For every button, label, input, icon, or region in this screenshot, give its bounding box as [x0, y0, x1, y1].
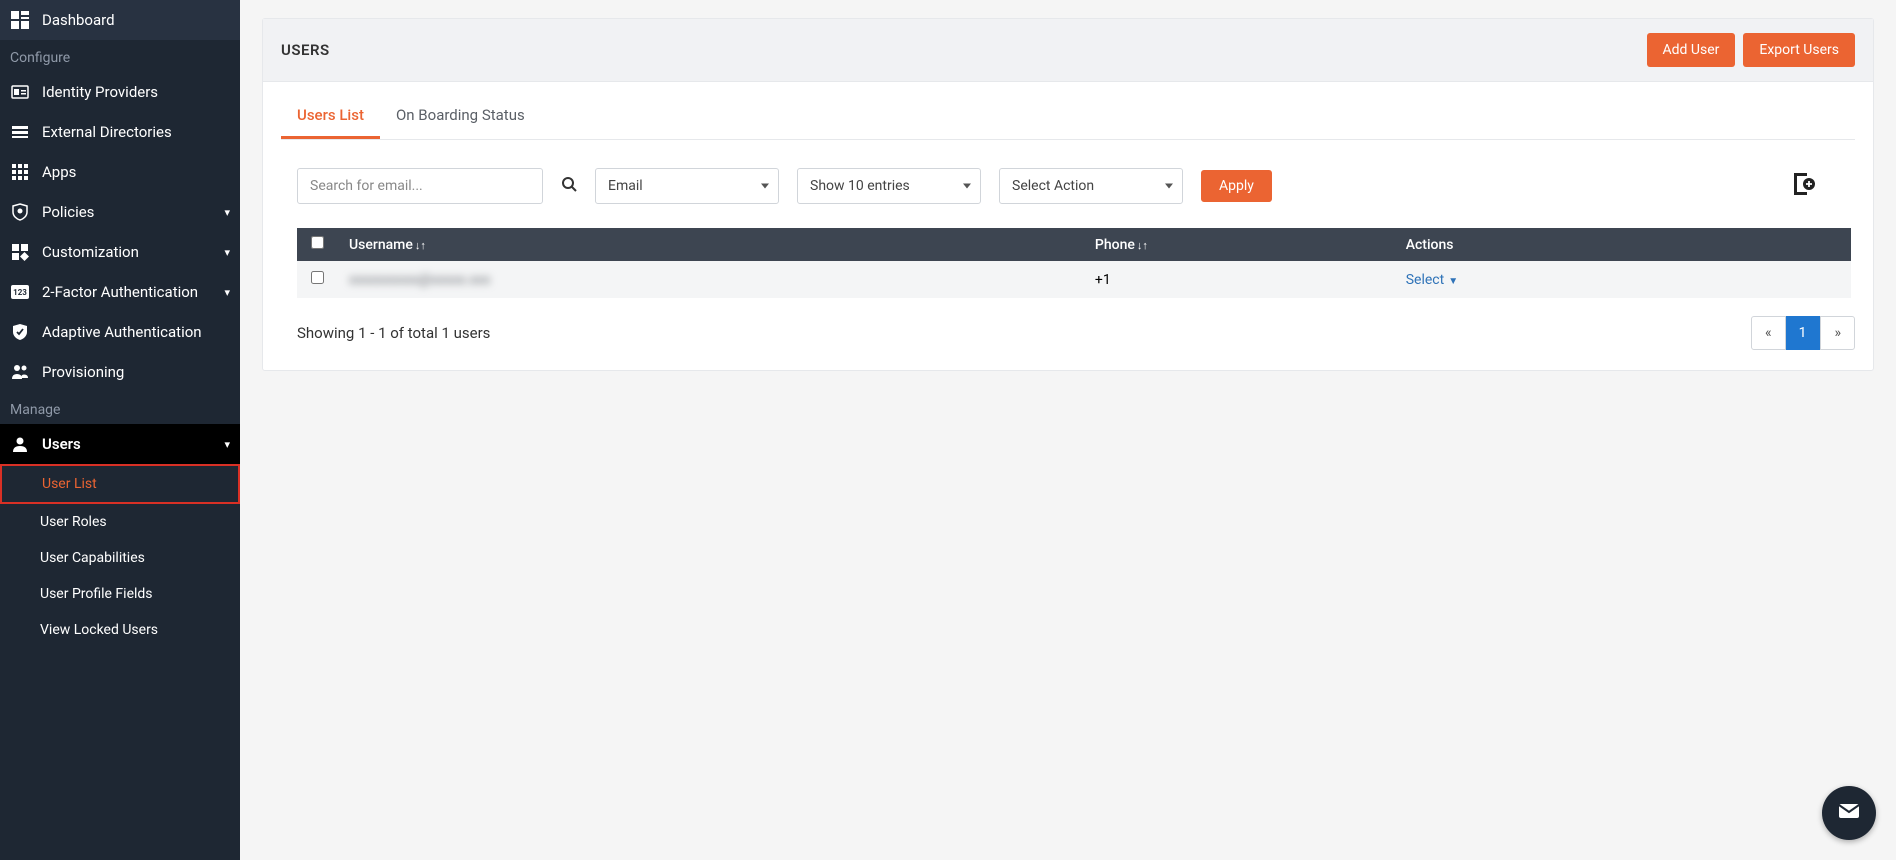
select-all-header [297, 228, 337, 261]
submenu-user-profile-fields[interactable]: User Profile Fields [0, 576, 240, 612]
apps-grid-icon [10, 162, 30, 182]
provisioning-icon [10, 362, 30, 382]
mail-icon [1836, 798, 1862, 828]
phone-cell: +1 [1095, 272, 1111, 288]
chevron-down-icon: ▾ [224, 286, 230, 299]
card-body: Users List On Boarding Status Email Show… [263, 96, 1873, 370]
sidebar-item-apps[interactable]: Apps [0, 152, 240, 192]
sidebar-item-users[interactable]: Users ▾ [0, 424, 240, 464]
tab-onboarding-status[interactable]: On Boarding Status [380, 96, 541, 139]
chevron-down-icon: ▾ [224, 206, 230, 219]
shield-icon [10, 202, 30, 222]
users-submenu: User List User Roles User Capabilities U… [0, 464, 240, 648]
chevron-down-icon: ▾ [224, 438, 230, 451]
submenu-user-roles[interactable]: User Roles [0, 504, 240, 540]
2fa-icon: 123 [10, 282, 30, 302]
sidebar-item-external-directories[interactable]: External Directories [0, 112, 240, 152]
sidebar-item-label: Apps [42, 163, 76, 181]
submenu-user-list[interactable]: User List [0, 464, 240, 504]
username-cell: xxxxxxxxxx@xxxxx.xxx [349, 272, 490, 288]
tab-users-list[interactable]: Users List [281, 96, 380, 139]
user-icon [10, 434, 30, 454]
result-count: Showing 1 - 1 of total 1 users [297, 324, 490, 342]
table-row: xxxxxxxxxx@xxxxx.xxx +1 Select▼ [297, 261, 1851, 298]
main-content: USERS Add User Export Users Users List O… [240, 0, 1896, 860]
svg-text:123: 123 [13, 288, 27, 297]
sidebar-item-label: Policies [42, 203, 94, 221]
column-username[interactable]: Username↓↑ [337, 228, 1083, 261]
search-button[interactable] [561, 176, 577, 196]
caret-down-icon: ▼ [1448, 276, 1458, 287]
page-prev[interactable]: « [1751, 316, 1786, 350]
row-checkbox[interactable] [311, 271, 324, 284]
shield-check-icon [10, 322, 30, 342]
sidebar-section-configure: Configure [0, 40, 240, 72]
card-header: USERS Add User Export Users [263, 19, 1873, 82]
id-card-icon [10, 82, 30, 102]
row-action-select[interactable]: Select▼ [1406, 272, 1458, 288]
sidebar-item-label: Adaptive Authentication [42, 323, 202, 341]
table-footer: Showing 1 - 1 of total 1 users « 1 » [297, 316, 1855, 350]
sidebar-item-label: External Directories [42, 123, 172, 141]
column-actions: Actions [1394, 228, 1851, 261]
submenu-view-locked-users[interactable]: View Locked Users [0, 612, 240, 648]
filter-row: Email Show 10 entries Select Action Appl… [297, 168, 1855, 204]
sidebar-item-provisioning[interactable]: Provisioning [0, 352, 240, 392]
add-column-button[interactable] [1789, 171, 1815, 201]
sidebar-item-label: 2-Factor Authentication [42, 283, 198, 301]
action-select[interactable]: Select Action [999, 168, 1183, 204]
apply-button[interactable]: Apply [1201, 170, 1272, 202]
sidebar-item-label: Identity Providers [42, 83, 158, 101]
sort-icon: ↓↑ [415, 239, 426, 252]
chat-button[interactable] [1822, 786, 1876, 840]
sort-icon: ↓↑ [1137, 239, 1148, 252]
column-phone[interactable]: Phone↓↑ [1083, 228, 1394, 261]
page-1[interactable]: 1 [1786, 316, 1821, 350]
page-next[interactable]: » [1820, 316, 1855, 350]
chevron-down-icon: ▾ [224, 246, 230, 259]
sidebar: Dashboard Configure Identity Providers E… [0, 0, 240, 860]
select-all-checkbox[interactable] [311, 236, 324, 249]
export-users-button[interactable]: Export Users [1743, 33, 1855, 67]
customize-icon [10, 242, 30, 262]
sidebar-item-adaptive-auth[interactable]: Adaptive Authentication [0, 312, 240, 352]
users-card: USERS Add User Export Users Users List O… [262, 18, 1874, 371]
sidebar-item-customization[interactable]: Customization ▾ [0, 232, 240, 272]
search-icon [561, 177, 577, 196]
sidebar-item-label: Customization [42, 243, 139, 261]
pagination: « 1 » [1751, 316, 1855, 350]
users-table: Username↓↑ Phone↓↑ Actions xxxxxxxxxx@xx… [297, 228, 1851, 298]
submenu-user-capabilities[interactable]: User Capabilities [0, 540, 240, 576]
tabs: Users List On Boarding Status [281, 96, 1855, 140]
page-title: USERS [281, 41, 330, 59]
add-user-button[interactable]: Add User [1647, 33, 1736, 67]
add-page-icon [1789, 182, 1815, 201]
entries-select[interactable]: Show 10 entries [797, 168, 981, 204]
sidebar-section-manage: Manage [0, 392, 240, 424]
sidebar-item-label: Provisioning [42, 363, 124, 381]
table-header-row: Username↓↑ Phone↓↑ Actions [297, 228, 1851, 261]
search-input[interactable] [297, 168, 543, 204]
sidebar-item-2fa[interactable]: 123 2-Factor Authentication ▾ [0, 272, 240, 312]
list-icon [10, 122, 30, 142]
filter-field-select[interactable]: Email [595, 168, 779, 204]
sidebar-item-label: Dashboard [42, 11, 115, 29]
sidebar-item-dashboard[interactable]: Dashboard [0, 0, 240, 40]
sidebar-item-policies[interactable]: Policies ▾ [0, 192, 240, 232]
dashboard-icon [10, 10, 30, 30]
sidebar-item-label: Users [42, 435, 81, 453]
sidebar-item-identity-providers[interactable]: Identity Providers [0, 72, 240, 112]
